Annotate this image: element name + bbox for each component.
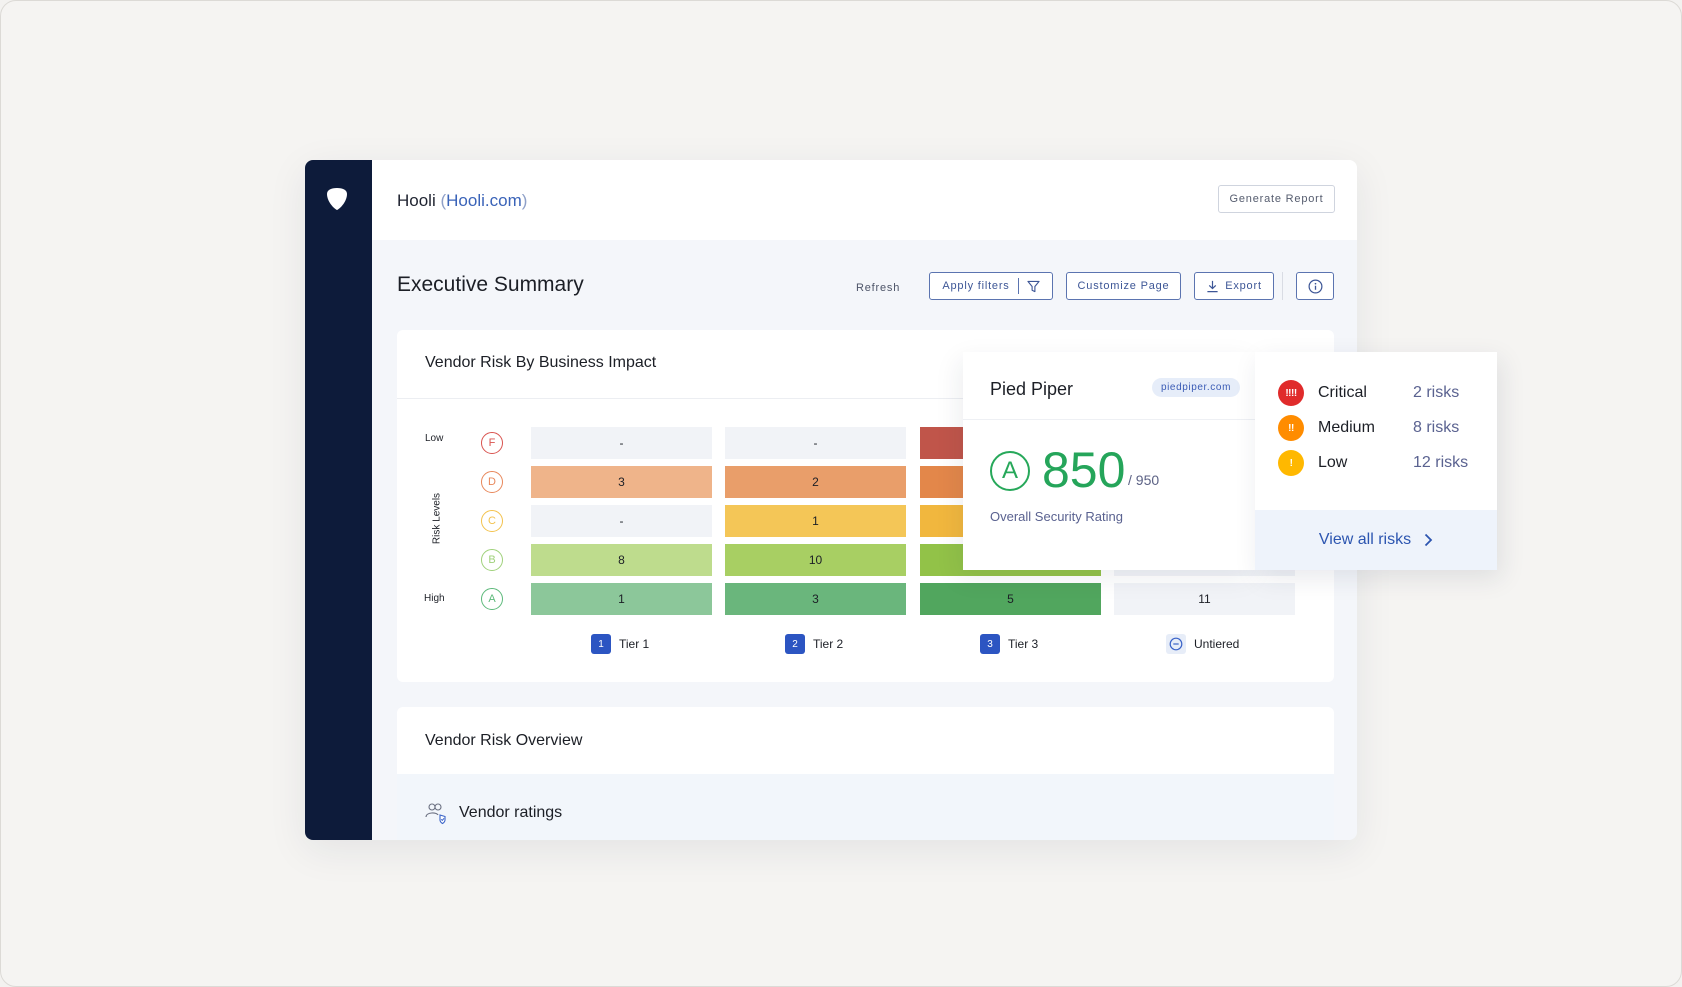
tier-label-text: Tier 2 — [813, 637, 844, 651]
grade-d-icon: D — [481, 471, 503, 493]
risk-count: 8 risks — [1413, 419, 1460, 436]
popup-divider — [963, 419, 1255, 420]
company-title: Hooli (Hooli.com) — [397, 191, 528, 210]
heatmap-cell[interactable]: 2 — [725, 466, 906, 498]
vendor-name: Pied Piper — [990, 379, 1074, 399]
company-name: Hooli — [397, 191, 436, 210]
vendor-domain-badge[interactable]: piedpiper.com — [1151, 378, 1240, 397]
heatmap-cell[interactable]: 3 — [531, 466, 712, 498]
vendor-ratings-section[interactable]: Vendor ratings — [397, 774, 1334, 840]
info-button[interactable] — [1296, 272, 1334, 300]
info-icon — [1308, 279, 1322, 293]
low-risk-icon: ! — [1278, 450, 1304, 476]
export-label: Export — [1225, 280, 1262, 292]
heatmap-card-title: Vendor Risk By Business Impact — [425, 354, 657, 371]
export-button[interactable]: Export — [1194, 272, 1274, 300]
risk-row-critical: !!!! Critical 2 risks — [1278, 380, 1459, 406]
overview-card-title: Vendor Risk Overview — [425, 732, 583, 749]
y-axis-bottom-label: High — [424, 593, 445, 604]
page-title: Executive Summary — [397, 273, 584, 296]
grade-a-icon: A — [481, 588, 503, 610]
heatmap-cell[interactable]: 1 — [725, 505, 906, 537]
heatmap-cell[interactable]: 10 — [725, 544, 906, 576]
filter-icon — [1026, 280, 1040, 292]
vendor-risks-popup: !!!! Critical 2 risks !! Medium 8 risks … — [1255, 352, 1497, 570]
risk-severity: Medium — [1318, 419, 1375, 436]
tier-label-text: Tier 3 — [1008, 637, 1039, 651]
vendor-summary-popup: Pied Piper piedpiper.com A 850 / 950 Ove… — [963, 352, 1255, 570]
sidebar — [305, 160, 372, 840]
tier-label-tier-3: 3 Tier 3 — [980, 634, 1038, 654]
heatmap-cell[interactable]: 8 — [531, 544, 712, 576]
heatmap-cell[interactable]: 5 — [920, 583, 1101, 615]
tier-label-text: Tier 1 — [619, 637, 650, 651]
shield-logo-icon[interactable] — [326, 187, 348, 211]
apply-filters-button[interactable]: Apply filters — [929, 272, 1053, 300]
tier-label-untiered: Untiered — [1166, 634, 1239, 654]
refresh-button[interactable]: Refresh — [856, 282, 900, 294]
grade-c-icon: C — [481, 510, 503, 532]
vendor-ratings-icon — [425, 803, 446, 825]
medium-risk-icon: !! — [1278, 415, 1304, 441]
download-icon — [1207, 280, 1218, 292]
tier-label-tier-1: 1 Tier 1 — [591, 634, 649, 654]
heatmap-cell[interactable]: 3 — [725, 583, 906, 615]
minus-circle-icon — [1166, 634, 1186, 654]
risk-severity: Low — [1318, 454, 1348, 471]
company-domain-link[interactable]: Hooli.com — [446, 191, 522, 210]
grade-f-icon: F — [481, 432, 503, 454]
risk-row-low: ! Low 12 risks — [1278, 450, 1468, 476]
heatmap-cell[interactable]: - — [531, 427, 712, 459]
heatmap-cell[interactable]: - — [725, 427, 906, 459]
vendor-score: 850 — [1042, 442, 1126, 498]
view-all-risks-link[interactable]: View all risks — [1255, 510, 1497, 570]
risk-count: 2 risks — [1413, 384, 1460, 401]
vendor-max-score: / 950 — [1128, 472, 1160, 488]
heatmap-cell[interactable]: 1 — [531, 583, 712, 615]
y-axis-title: Risk Levels — [431, 492, 443, 545]
vendor-ratings-label: Vendor ratings — [459, 804, 563, 821]
y-axis-top-label: Low — [425, 433, 444, 444]
toolbar-divider — [1282, 272, 1283, 300]
risk-count: 12 risks — [1413, 454, 1469, 471]
tier-badge: 1 — [591, 634, 611, 654]
heatmap-cell[interactable]: 11 — [1114, 583, 1295, 615]
apply-filters-label: Apply filters — [942, 280, 1010, 292]
tier-label-text: Untiered — [1194, 637, 1240, 651]
generate-report-button[interactable]: Generate Report — [1218, 185, 1335, 213]
top-bar: Hooli (Hooli.com) Generate Report — [372, 160, 1357, 240]
grade-b-icon: B — [481, 549, 503, 571]
customize-page-button[interactable]: Customize Page — [1066, 272, 1181, 300]
critical-risk-icon: !!!! — [1278, 380, 1304, 406]
risk-row-medium: !! Medium 8 risks — [1278, 415, 1459, 441]
button-separator — [1017, 278, 1019, 294]
vendor-risk-overview-card: Vendor Risk Overview Vendor ratings — [397, 707, 1334, 840]
security-rating-caption: Overall Security Rating — [990, 509, 1123, 524]
tier-badge: 3 — [980, 634, 1000, 654]
tier-label-tier-2: 2 Tier 2 — [785, 634, 843, 654]
tier-badge: 2 — [785, 634, 805, 654]
vendor-grade-badge: A — [990, 451, 1030, 491]
heatmap-cell[interactable]: - — [531, 505, 712, 537]
risk-severity: Critical — [1318, 384, 1367, 401]
view-all-risks-label: View all risks — [1318, 531, 1412, 548]
chevron-right-icon — [1424, 533, 1433, 547]
